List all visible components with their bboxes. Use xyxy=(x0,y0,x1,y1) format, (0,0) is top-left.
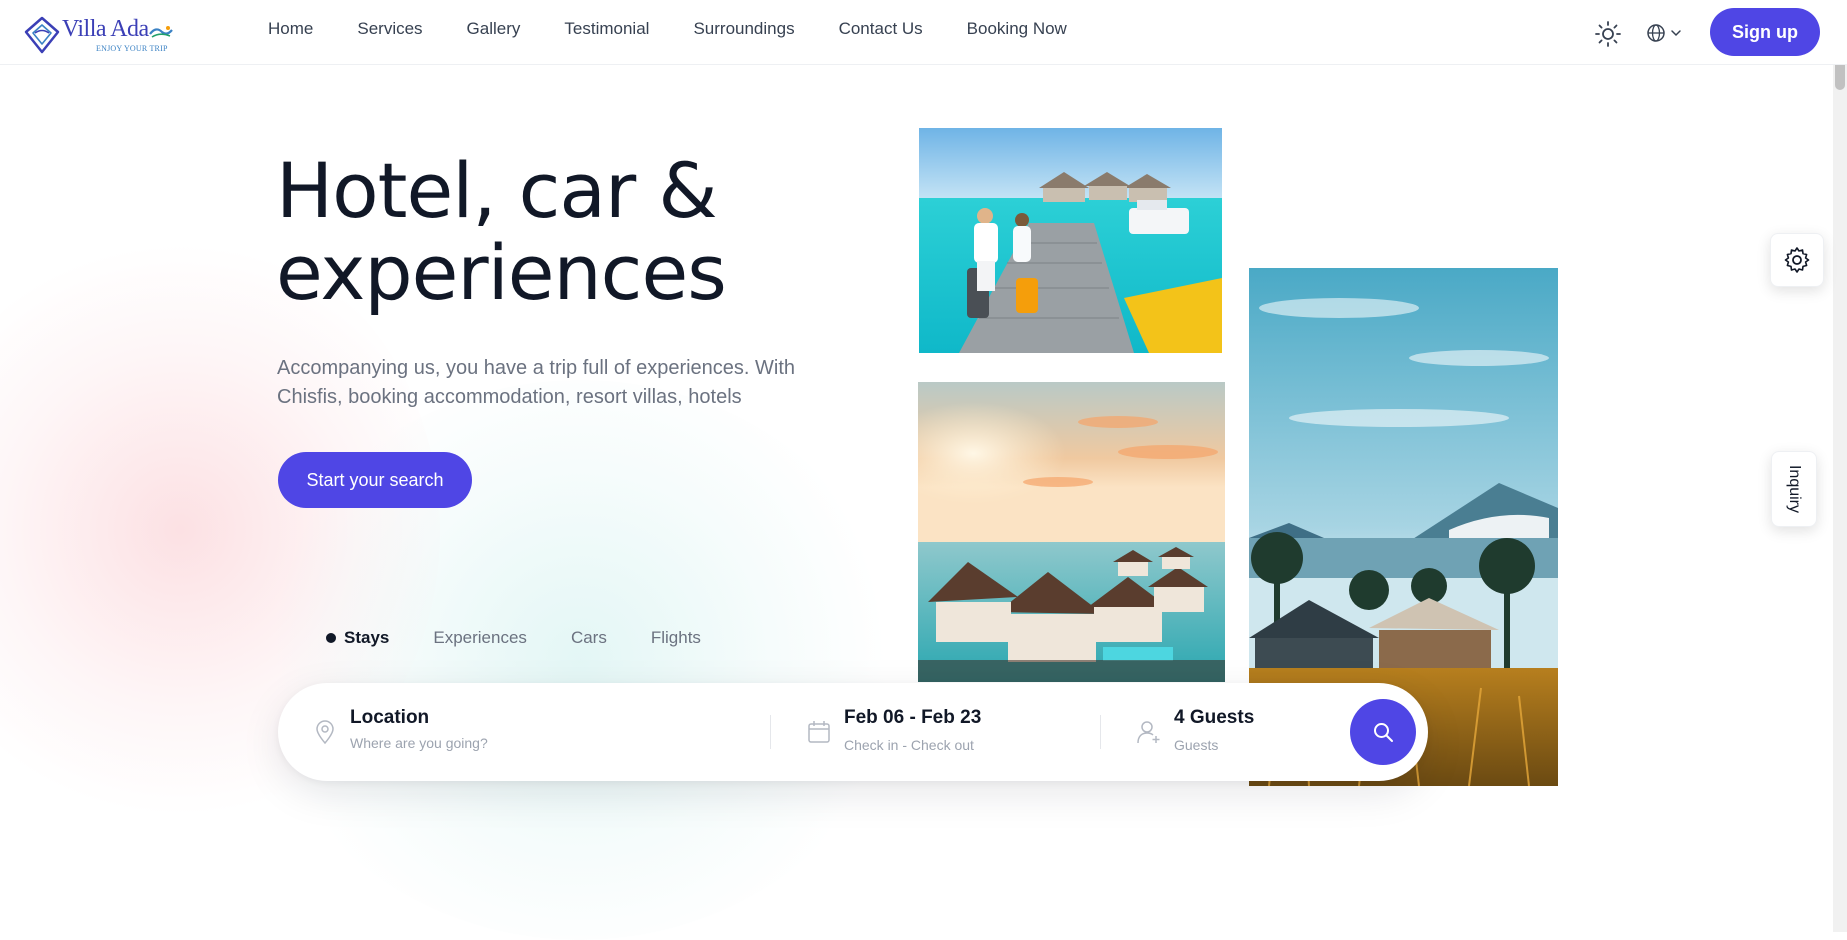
active-dot-icon xyxy=(326,633,336,643)
sign-up-button[interactable]: Sign up xyxy=(1710,8,1820,56)
gear-icon xyxy=(1784,247,1810,273)
start-search-button[interactable]: Start your search xyxy=(278,452,472,508)
nav-item-contact-us[interactable]: Contact Us xyxy=(839,19,923,39)
hero-image-sunset-villas xyxy=(918,382,1225,682)
location-field[interactable]: Location xyxy=(312,707,752,759)
search-icon xyxy=(1374,723,1393,742)
guests-value: 4 Guests xyxy=(1174,707,1255,728)
logo-wave-icon xyxy=(149,26,173,38)
tab-experiences[interactable]: Experiences xyxy=(433,628,527,648)
date-range-sub: Check in - Check out xyxy=(844,737,974,753)
brand-tagline: ENJOY YOUR TRIP xyxy=(96,44,168,53)
tab-cars[interactable]: Cars xyxy=(571,628,607,648)
language-selector[interactable] xyxy=(1646,21,1686,45)
calendar-icon xyxy=(808,721,830,743)
hero-description: Accompanying us, you have a trip full of… xyxy=(277,357,796,408)
sun-icon xyxy=(1595,21,1621,47)
nav-item-home[interactable]: Home xyxy=(268,19,313,39)
hero-image-couple-pier xyxy=(919,128,1222,353)
search-divider xyxy=(1100,715,1101,749)
tab-stays-label: Stays xyxy=(344,628,390,647)
map-pin-icon xyxy=(316,720,334,745)
tab-stays[interactable]: Stays xyxy=(326,628,389,648)
inquiry-button[interactable]: Inquiry xyxy=(1771,451,1817,527)
brand-name: Villa Ada xyxy=(62,16,149,42)
inquiry-label: Inquiry xyxy=(1786,464,1803,514)
hero-title-line-2: experiences xyxy=(276,228,727,317)
guests-field[interactable]: 4 Guests Guests xyxy=(1136,707,1336,759)
nav-item-testimonial[interactable]: Testimonial xyxy=(564,19,649,39)
search-submit-button[interactable] xyxy=(1350,699,1416,765)
settings-button[interactable] xyxy=(1770,233,1824,287)
hero-title-line-1: Hotel, car & xyxy=(276,146,718,235)
nav-item-services[interactable]: Services xyxy=(357,19,422,39)
main-nav: Home Services Gallery Testimonial Surrou… xyxy=(268,19,1111,39)
nav-item-gallery[interactable]: Gallery xyxy=(467,19,521,39)
brand-logo[interactable]: Villa Ada ENJOY YOUR TRIP xyxy=(24,14,184,54)
date-range-field[interactable]: Feb 06 - Feb 23 Check in - Check out xyxy=(806,707,1086,759)
logo-mark-icon xyxy=(24,16,60,54)
chevron-down-icon xyxy=(1671,30,1681,37)
location-input[interactable] xyxy=(350,735,730,751)
page-scrollbar[interactable] xyxy=(1833,0,1847,932)
hero-title: Hotel, car & experiences xyxy=(276,150,896,314)
search-divider xyxy=(770,715,771,749)
globe-icon xyxy=(1647,24,1665,42)
nav-item-booking-now[interactable]: Booking Now xyxy=(967,19,1067,39)
search-bar: Location Feb 06 - Feb 23 Check in - Chec… xyxy=(278,683,1428,781)
theme-toggle-button[interactable] xyxy=(1594,20,1622,48)
site-header: Villa Ada ENJOY YOUR TRIP Home Services … xyxy=(0,0,1847,65)
location-label: Location xyxy=(350,707,430,728)
nav-item-surroundings[interactable]: Surroundings xyxy=(693,19,794,39)
tab-flights[interactable]: Flights xyxy=(651,628,701,648)
search-tabs: Stays Experiences Cars Flights xyxy=(326,628,745,648)
user-plus-icon xyxy=(1137,721,1160,744)
guests-sub: Guests xyxy=(1174,737,1219,753)
date-range-value: Feb 06 - Feb 23 xyxy=(844,707,982,728)
